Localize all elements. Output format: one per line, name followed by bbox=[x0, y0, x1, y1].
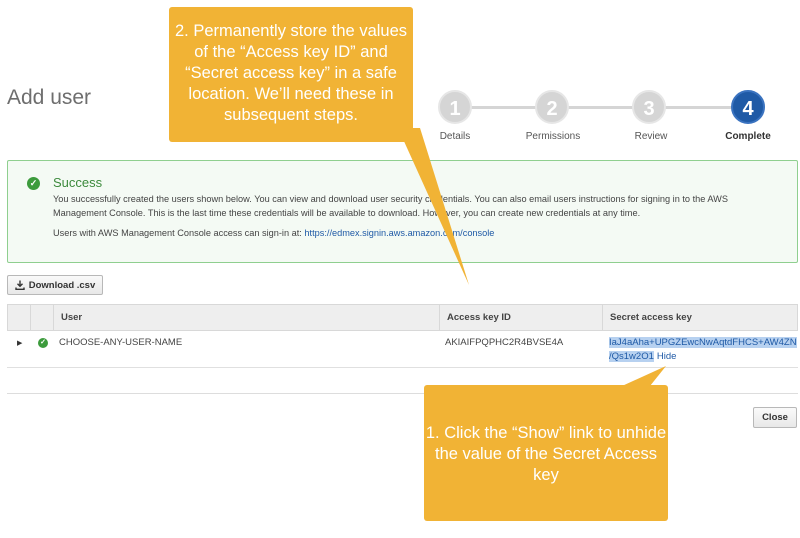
success-panel: ✓ Success You successfully created the u… bbox=[7, 160, 798, 263]
column-header-secret-access-key: Secret access key bbox=[602, 305, 798, 330]
column-header-access-key-id: Access key ID bbox=[439, 305, 602, 330]
signin-prefix: Users with AWS Management Console access… bbox=[53, 228, 302, 238]
credentials-table-header: User Access key ID Secret access key bbox=[7, 304, 798, 331]
user-name-cell: CHOOSE-ANY-USER-NAME bbox=[59, 337, 183, 348]
signin-info: Users with AWS Management Console access… bbox=[53, 228, 494, 238]
column-header-user: User bbox=[53, 305, 445, 330]
step-details-label: Details bbox=[439, 131, 471, 142]
step-permissions-label: Permissions bbox=[525, 131, 581, 142]
step-complete-indicator: 4 bbox=[731, 90, 765, 124]
header-divider bbox=[30, 305, 31, 330]
step-complete-label: Complete bbox=[725, 131, 771, 142]
secret-key-line-2: /Qs1w2O1 bbox=[609, 351, 654, 362]
download-icon bbox=[15, 280, 25, 290]
close-label: Close bbox=[762, 412, 788, 423]
hide-secret-link[interactable]: Hide bbox=[657, 351, 677, 362]
annotation-callout-show-link: 1. Click the “Show” link to unhide the v… bbox=[424, 385, 668, 521]
success-message: You successfully created the users shown… bbox=[53, 194, 728, 218]
check-circle-icon: ✓ bbox=[27, 177, 40, 190]
secret-access-key-cell: IaJ4aAha+UPGZEwcNwAqtdFHCS+AW4ZN /Qs1w2O… bbox=[609, 336, 797, 364]
step-review-label: Review bbox=[634, 131, 668, 142]
secret-key-line-1: IaJ4aAha+UPGZEwcNwAqtdFHCS+AW4ZN bbox=[609, 337, 797, 348]
table-row: ▶ ✓ CHOOSE-ANY-USER-NAME AKIAIFPQPHC2R4B… bbox=[7, 331, 798, 368]
close-button[interactable]: Close bbox=[753, 407, 797, 428]
caret-right-icon[interactable]: ▶ bbox=[17, 339, 22, 347]
bottom-callout-pointer bbox=[622, 366, 666, 386]
step-review-indicator: 3 bbox=[632, 90, 666, 124]
access-key-id-cell: AKIAIFPQPHC2R4BVSE4A bbox=[445, 337, 564, 348]
footer-divider bbox=[7, 393, 798, 394]
check-circle-icon: ✓ bbox=[38, 338, 48, 348]
page-title: Add user bbox=[7, 86, 92, 109]
success-title: Success bbox=[53, 175, 103, 190]
annotation-callout-store-keys: 2. Permanently store the values of the “… bbox=[169, 7, 413, 142]
step-details-indicator: 1 bbox=[438, 90, 472, 124]
steps-connector bbox=[455, 106, 751, 109]
download-csv-button[interactable]: Download .csv bbox=[7, 275, 103, 295]
signin-url-link[interactable]: https://edmex.signin.aws.amazon.com/cons… bbox=[304, 228, 494, 238]
download-csv-label: Download .csv bbox=[28, 279, 96, 291]
step-permissions-indicator: 2 bbox=[535, 90, 569, 124]
